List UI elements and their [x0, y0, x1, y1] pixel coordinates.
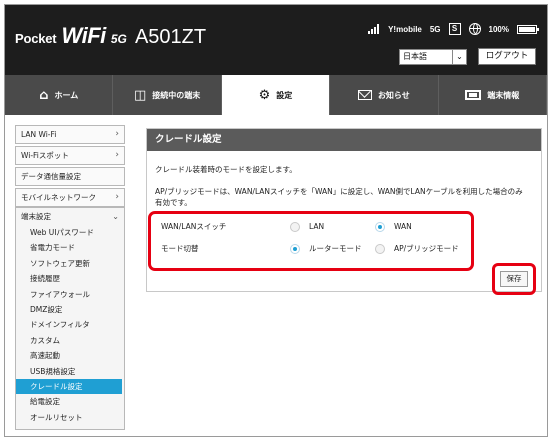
tab-device-info[interactable]: 端末情報 [439, 75, 547, 115]
language-select[interactable]: 日本語 ⌄ [399, 49, 467, 65]
sidebar-item-wifi-spot[interactable]: Wi-Fiスポット › [15, 146, 125, 165]
app-window: Pocket WiFi 5G A501ZT Y!mobile 5G S 100%… [4, 4, 548, 437]
device-info-icon [465, 90, 482, 100]
sidebar-item-lan-wifi[interactable]: LAN Wi-Fi › [15, 125, 125, 144]
signal-icon [368, 24, 380, 34]
sim-icon: S [448, 23, 461, 35]
tab-label: 設定 [276, 90, 293, 100]
tab-label: 接続中の端末 [152, 90, 201, 100]
status-bar: Y!mobile 5G S 100% [360, 20, 539, 38]
sidebar-item-label: データ通信量設定 [21, 172, 81, 181]
sidebar-subitem-power-saving[interactable]: 省電力モード [16, 240, 124, 255]
sidebar-item-label: Wi-Fiスポット [21, 151, 69, 160]
brand-5g: 5G [110, 32, 127, 46]
mail-icon [357, 90, 372, 100]
carrier-name: Y!mobile [388, 24, 422, 34]
header: Pocket WiFi 5G A501ZT Y!mobile 5G S 100%… [5, 5, 547, 75]
sidebar-item-label: モバイルネットワーク [21, 193, 96, 202]
brand-logo: Pocket WiFi 5G A501ZT [15, 23, 206, 49]
sidebar-subitem-cradle[interactable]: クレードル設定 [16, 378, 122, 395]
globe-icon [468, 23, 481, 35]
panel-title: クレードル設定 [147, 129, 541, 151]
save-highlight: 保存 [492, 263, 536, 295]
option-label: AP/ブリッジモード [394, 244, 459, 253]
sidebar-group-device-settings: 端末設定 ⌄ Web UIパスワード 省電力モード ソフトウェア更新 接続履歴 … [15, 207, 125, 431]
battery-percent: 100% [488, 24, 509, 34]
sidebar-item-label: LAN Wi-Fi [21, 130, 57, 139]
sidebar-subitem-connection-history[interactable]: 接続履歴 [16, 271, 124, 286]
sidebar-top: LAN Wi-Fi › Wi-Fiスポット › データ通信量設定 モバイルネット… [15, 125, 125, 209]
cradle-settings-panel: クレードル設定 クレードル装着時のモードを設定します。 AP/ブリッジモードは、… [146, 128, 542, 295]
chevron-down-icon: ⌄ [452, 50, 466, 64]
sidebar-subitem-dmz[interactable]: DMZ設定 [16, 302, 124, 317]
tab-notifications[interactable]: お知らせ [330, 75, 439, 115]
settings-highlight: WAN/LANスイッチ LAN WAN モード切替 ルーターモード AP/ブリッ… [148, 211, 474, 271]
option-label: LAN [309, 222, 325, 231]
chevron-right-icon: › [115, 129, 119, 139]
panel-description: クレードル装着時のモードを設定します。 [155, 165, 297, 174]
sidebar-subitem-usb[interactable]: USB規格設定 [16, 364, 124, 379]
save-button[interactable]: 保存 [500, 271, 528, 287]
sidebar-subitem-firewall[interactable]: ファイアウォール [16, 287, 124, 302]
option-label: ルーターモード [309, 244, 362, 253]
chevron-right-icon: › [115, 192, 119, 202]
tab-settings[interactable]: ⚙ 設定 [221, 75, 331, 115]
mode-switch-row: モード切替 ルーターモード AP/ブリッジモード [151, 239, 471, 259]
tab-label: 端末情報 [487, 90, 520, 100]
radio-ap-bridge-mode[interactable] [375, 244, 385, 254]
brand-pocket: Pocket [15, 31, 57, 46]
wan-lan-switch-row: WAN/LANスイッチ LAN WAN [151, 217, 471, 237]
radio-router-mode[interactable] [290, 244, 300, 254]
home-icon: ⌂ [39, 87, 49, 103]
sidebar-item-data-usage[interactable]: データ通信量設定 [15, 167, 125, 186]
chevron-down-icon: ⌄ [112, 212, 119, 221]
row-label: WAN/LANスイッチ [161, 222, 227, 231]
language-value: 日本語 [403, 52, 427, 61]
tab-label: ホーム [54, 90, 79, 100]
option-label: WAN [394, 222, 412, 231]
sidebar-item-mobile-network[interactable]: モバイルネットワーク › [15, 188, 125, 207]
tab-label: お知らせ [377, 90, 410, 100]
sidebar-subitem-reset[interactable]: オールリセット [16, 410, 124, 425]
chevron-right-icon: › [115, 150, 119, 160]
connected-devices-icon: ◫ [133, 87, 147, 103]
network-type: 5G [429, 24, 441, 34]
sidebar-group-title[interactable]: 端末設定 ⌄ [16, 208, 124, 225]
sidebar-subitem-software-update[interactable]: ソフトウェア更新 [16, 256, 124, 271]
tab-home[interactable]: ⌂ ホーム [5, 75, 114, 115]
tab-connected-devices[interactable]: ◫ 接続中の端末 [113, 75, 222, 115]
radio-wan[interactable] [375, 222, 385, 232]
sidebar-subitem-webui-password[interactable]: Web UIパスワード [16, 225, 124, 240]
sidebar-subitem-custom[interactable]: カスタム [16, 333, 124, 348]
gear-icon: ⚙ [258, 87, 271, 103]
brand-model: A501ZT [134, 26, 207, 48]
brand-wifi: WiFi [61, 23, 107, 48]
logout-button[interactable]: ログアウト [478, 48, 536, 65]
sidebar-group-label: 端末設定 [21, 212, 51, 221]
sidebar-subitem-fast-boot[interactable]: 高速起動 [16, 348, 124, 363]
sidebar-subitem-domain-filter[interactable]: ドメインフィルタ [16, 317, 124, 332]
row-label: モード切替 [161, 244, 199, 253]
main-nav: ⌂ ホーム ◫ 接続中の端末 ⚙ 設定 お知らせ 端末情報 [5, 75, 547, 115]
radio-lan[interactable] [290, 222, 300, 232]
panel-note: AP/ブリッジモードは、WAN/LANスイッチを「WAN」に設定し、WAN側でL… [155, 187, 523, 207]
battery-icon [517, 24, 539, 34]
sidebar-subitem-power-supply[interactable]: 給電設定 [16, 394, 124, 409]
